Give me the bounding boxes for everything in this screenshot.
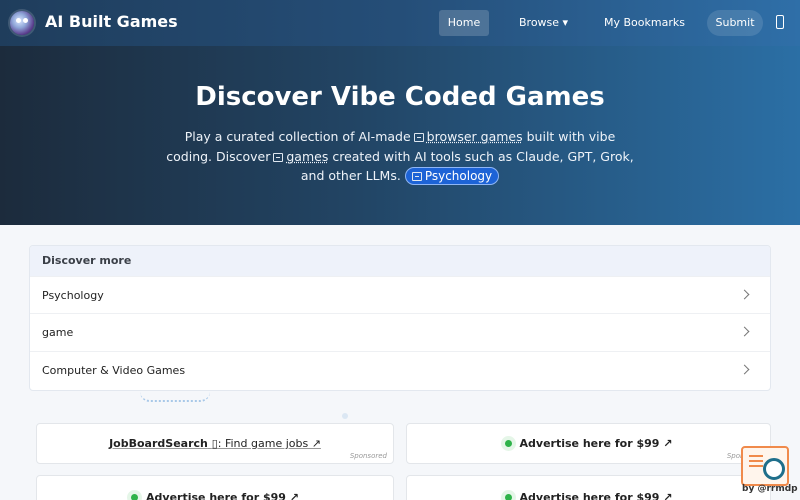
nav-home[interactable]: Home [439,10,489,36]
brand-title[interactable]: AI Built Games [45,12,178,31]
sponsored-label: Sponsored [349,452,387,460]
discover-item-psychology[interactable]: Psychology [30,276,770,313]
discover-more-heading: Discover more [30,246,770,276]
hero-desc-text-3: Discover [216,148,271,164]
decorative-arc [140,392,210,402]
status-dot-icon [131,494,139,500]
discover-item-label: Computer & Video Games [42,363,186,377]
advertise-card[interactable]: Advertise here for $99 ↗ [406,475,771,500]
advertise-link[interactable]: Advertise here for $99 ↗ [146,491,299,500]
chevron-right-icon [739,326,750,337]
discover-item-label: game [42,326,74,340]
chevron-right-icon [739,289,750,300]
menu-icon[interactable] [776,15,784,29]
discover-item-label: Psychology [42,289,104,302]
sponsor-card-jobboardsearch[interactable]: JobBoardSearch ▯: Find game jobs ↗ Spons… [36,423,394,464]
sponsor-card-text: Advertise here for $99 ↗ [37,491,393,500]
sponsor-card-text: Advertise here for $99 ↗ [407,437,770,450]
sponsor-subtitle[interactable]: : Find game jobs ↗ [218,437,321,450]
article-icon [411,172,422,181]
advertise-card[interactable]: Advertise here for $99 ↗ [36,475,394,500]
advertise-link[interactable]: Advertise here for $99 ↗ [520,437,673,450]
discover-item-computer-video-games[interactable]: Computer & Video Games [30,350,770,388]
hero-description: Play a curated collection of AI-made brow… [160,127,640,186]
status-dot-icon [504,440,512,447]
main-content: Discover more Psychology game Computer &… [0,225,800,500]
games-link[interactable]: games [286,149,328,164]
feedback-widget-icon[interactable] [741,446,789,486]
article-icon [273,152,284,162]
status-dot-icon [504,494,512,500]
document-lines-icon [749,455,763,457]
psychology-chip[interactable]: Psychology [404,167,500,185]
nav-my-bookmarks[interactable]: My Bookmarks [594,10,695,36]
hero-desc-text-1: Play a curated collection of AI-made [184,129,411,144]
hero-banner: Discover Vibe Coded Games Play a curated… [0,46,800,225]
sponsor-card-text: Advertise here for $99 ↗ [407,491,770,500]
article-icon [413,133,424,142]
sponsor-card-text: JobBoardSearch ▯: Find game jobs ↗ [37,437,393,450]
chevron-right-icon [739,364,750,375]
magnifier-icon [763,458,785,480]
sponsor-title[interactable]: JobBoardSearch [109,437,208,450]
discover-item-game[interactable]: game [30,313,770,350]
hero-title: Discover Vibe Coded Games [195,82,605,112]
browser-games-link[interactable]: browser games [427,129,523,144]
top-navbar: AI Built Games Home Browse ▾ My Bookmark… [0,0,800,46]
nav-browse-dropdown[interactable]: Browse ▾ [509,10,578,36]
nav-submit-button[interactable]: Submit [707,10,763,36]
psychology-chip-label: Psychology [424,169,493,183]
advertise-card[interactable]: Advertise here for $99 ↗ Sponsored [406,423,771,464]
decorative-dot [342,413,348,419]
widget-credit[interactable]: by @rrmdp [742,484,798,494]
discover-more-panel: Discover more Psychology game Computer &… [29,245,771,391]
advertise-link[interactable]: Advertise here for $99 ↗ [520,491,673,500]
logo-icon[interactable] [10,11,34,35]
